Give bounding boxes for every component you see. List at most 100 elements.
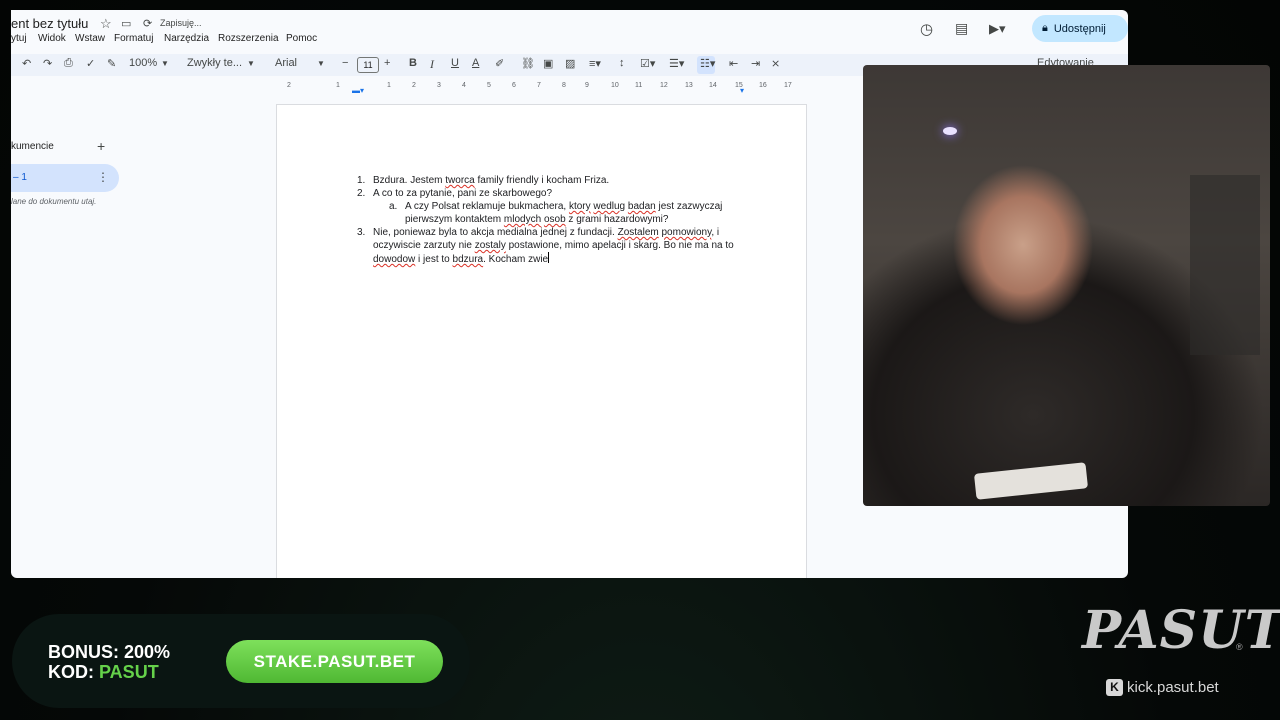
ruler-tick: 12: [660, 82, 668, 89]
zoom-select[interactable]: 100%: [129, 57, 157, 69]
ruler-tick: 1: [336, 82, 340, 89]
menu-extensions[interactable]: Rozszerzenia: [218, 33, 279, 44]
add-tab-icon[interactable]: +: [97, 138, 105, 154]
ruler-tick: 1: [387, 82, 391, 89]
font-select[interactable]: Arial: [275, 57, 297, 69]
pasut-logo: PASUT: [1082, 600, 1280, 661]
ruler-tick: 17: [784, 82, 792, 89]
link-icon[interactable]: ⛓: [521, 57, 535, 70]
misspelled-word[interactable]: Zostalem: [618, 227, 659, 238]
clear-formatting-icon[interactable]: ⨯: [771, 57, 780, 70]
webcam-feed: [863, 65, 1270, 506]
ruler: 2 1 1 2 3 4 5 6 7 8 9 10 11 12 13 14 15 …: [275, 82, 807, 95]
document-title[interactable]: ent bez tytułu: [11, 16, 88, 31]
more-vert-icon[interactable]: ⋮: [97, 170, 109, 184]
text-cursor: [548, 252, 550, 263]
ruler-tick: 13: [685, 82, 693, 89]
style-select[interactable]: Zwykły te...: [187, 57, 242, 69]
text-run: . Kocham zwie: [483, 254, 549, 265]
ruler-tick: 7: [537, 82, 541, 89]
document-body[interactable]: 1. Bzdura. Jestem tworca family friendly…: [357, 174, 753, 266]
italic-icon[interactable]: I: [430, 57, 434, 72]
text-color-icon[interactable]: A: [472, 57, 479, 69]
misspelled-word[interactable]: zostaly: [475, 240, 506, 251]
lock-icon: 🔒︎: [1042, 22, 1048, 34]
increase-font-icon[interactable]: +: [384, 57, 390, 69]
ruler-tick: 5: [487, 82, 491, 89]
kick-icon: K: [1106, 679, 1123, 696]
decrease-indent-icon[interactable]: ⇤: [729, 57, 738, 70]
text-run: i jest to: [415, 254, 453, 265]
code-label: KOD:: [48, 662, 94, 682]
sidebar-tab-item[interactable]: – 1 ⋮: [11, 164, 119, 192]
menu-edit[interactable]: ytuj: [11, 33, 27, 44]
list-item: 3. Nie, poniewaz byla to akcja medialna …: [357, 226, 753, 266]
decrease-font-icon[interactable]: −: [342, 57, 348, 69]
paint-format-icon[interactable]: ✎: [107, 57, 116, 70]
checklist-icon[interactable]: ☑▾: [640, 57, 655, 70]
star-icon[interactable]: ☆: [100, 16, 112, 32]
ruler-tick: 4: [462, 82, 466, 89]
numbered-list-icon[interactable]: ☷▾: [700, 57, 715, 70]
list-item: a. A czy Polsat reklamuje bukmachera, kt…: [389, 200, 753, 226]
kick-url: kick.pasut.bet: [1127, 679, 1219, 696]
text-run: A czy Polsat reklamuje bukmachera,: [405, 201, 569, 212]
misspelled-word[interactable]: bdzura: [453, 254, 484, 265]
bonus-value: 200%: [124, 642, 171, 662]
misspelled-word[interactable]: pomowiony: [662, 227, 712, 238]
ruler-tick: 6: [512, 82, 516, 89]
ruler-tick: 3: [437, 82, 441, 89]
share-label: Udostępnij: [1053, 22, 1106, 35]
ruler-tick: 2: [287, 82, 291, 89]
comments-icon[interactable]: ▤: [955, 20, 968, 37]
kick-link: K kick.pasut.bet: [1106, 679, 1219, 696]
stake-link-button[interactable]: STAKE.PASUT.BET: [226, 640, 443, 683]
chevron-down-icon: ▼: [161, 59, 169, 68]
font-size-input[interactable]: 11: [357, 57, 379, 73]
move-folder-icon[interactable]: ▭: [121, 17, 131, 30]
comment-icon[interactable]: ▣: [543, 57, 553, 70]
misspelled-word[interactable]: ktory: [569, 201, 591, 212]
misspelled-word[interactable]: mlodych: [504, 214, 541, 225]
menu-insert[interactable]: Wstaw: [75, 33, 105, 44]
underline-icon[interactable]: U: [451, 57, 459, 69]
spellcheck-icon[interactable]: ✓: [86, 57, 95, 70]
sync-icon: ⟳: [143, 18, 153, 30]
list-number: 3.: [357, 227, 366, 238]
indent-marker-icon[interactable]: ▬▾: [352, 86, 364, 95]
bonus-label: BONUS:: [48, 642, 119, 662]
ruler-tick: 14: [709, 82, 717, 89]
redo-icon[interactable]: ↷: [43, 57, 52, 70]
line-spacing-icon[interactable]: ↕: [619, 57, 625, 69]
bold-icon[interactable]: B: [409, 57, 417, 69]
document-page[interactable]: 1. Bzdura. Jestem tworca family friendly…: [276, 104, 807, 578]
image-icon[interactable]: ▨: [565, 57, 575, 70]
ceiling-light: [943, 127, 957, 135]
bullet-list-icon[interactable]: ☰▾: [669, 57, 684, 70]
misspelled-word[interactable]: wedlug: [593, 201, 625, 212]
misspelled-word[interactable]: tworca: [445, 175, 474, 186]
menu-view[interactable]: Widok: [38, 33, 66, 44]
misspelled-word[interactable]: badan: [628, 201, 656, 212]
right-indent-marker-icon[interactable]: ▾: [740, 86, 744, 95]
chevron-down-icon: ▼: [247, 59, 255, 68]
menu-format[interactable]: Formatuj: [114, 33, 153, 44]
highlight-icon[interactable]: ✐: [495, 57, 504, 70]
code-line: KOD: PASUT: [48, 662, 159, 683]
phone-on-desk: [973, 462, 1089, 500]
menu-tools[interactable]: Narzędzia: [164, 33, 209, 44]
misspelled-word[interactable]: osob: [544, 214, 566, 225]
list-item: 2. A co to za pytanie, pani ze skarboweg…: [357, 187, 753, 200]
list-number: a.: [389, 201, 398, 212]
ruler-tick: 16: [759, 82, 767, 89]
text-run: z grami hazardowymi?: [565, 214, 669, 225]
align-icon[interactable]: ≡▾: [589, 57, 601, 70]
increase-indent-icon[interactable]: ⇥: [751, 57, 760, 70]
share-button[interactable]: 🔒︎ Udostępnij: [1032, 15, 1128, 42]
menu-help[interactable]: Pomoc: [286, 33, 317, 44]
undo-icon[interactable]: ↶: [22, 57, 31, 70]
misspelled-word[interactable]: dowodow: [373, 254, 415, 265]
meet-icon[interactable]: ▶▾: [989, 21, 1006, 37]
version-history-icon[interactable]: ◷: [920, 20, 933, 38]
print-icon[interactable]: ⎙: [64, 57, 73, 70]
